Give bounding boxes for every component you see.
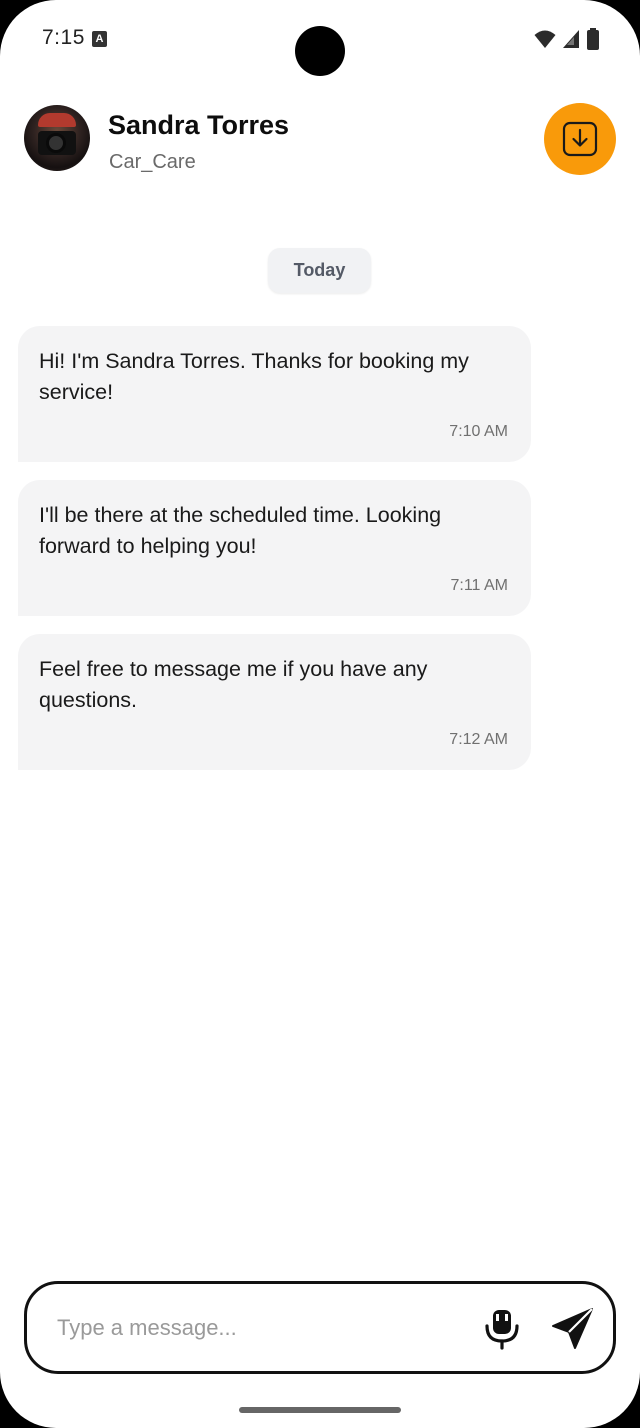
message-input[interactable]: [57, 1308, 457, 1348]
front-camera-cutout: [295, 26, 345, 76]
avatar-hat: [38, 113, 76, 127]
microphone-icon: [485, 1310, 519, 1350]
send-button[interactable]: [549, 1306, 595, 1352]
send-icon: [552, 1308, 593, 1349]
download-button[interactable]: [544, 103, 616, 175]
wifi-icon: [534, 30, 556, 48]
status-bar: 7:15 A: [0, 0, 640, 80]
microphone-button[interactable]: [482, 1308, 522, 1350]
message-bubble[interactable]: I'll be there at the scheduled time. Loo…: [18, 480, 531, 616]
message-text: Hi! I'm Sandra Torres. Thanks for bookin…: [39, 349, 469, 404]
message-time: 7:10 AM: [449, 423, 508, 440]
contact-subtitle: Car_Care: [109, 151, 196, 173]
avatar-lens: [46, 133, 66, 153]
message-text: I'll be there at the scheduled time. Loo…: [39, 503, 442, 558]
status-time: 7:15: [42, 26, 85, 49]
message-composer: [24, 1281, 616, 1374]
date-separator: Today: [268, 248, 371, 293]
a-badge-icon: A: [92, 31, 107, 47]
contact-name: Sandra Torres: [108, 110, 290, 140]
message-bubble[interactable]: Feel free to message me if you have any …: [18, 634, 531, 770]
download-icon: [562, 121, 598, 157]
chat-header: Sandra Torres Car_Care: [0, 100, 640, 190]
home-indicator[interactable]: [239, 1407, 401, 1413]
message-time: 7:12 AM: [449, 731, 508, 748]
chat-screen: 7:15 A Sandra Torres Car_Care Today Hi! …: [0, 0, 640, 1428]
battery-icon: [587, 28, 599, 50]
signal-icon: [563, 30, 579, 48]
avatar[interactable]: [24, 105, 90, 171]
message-text: Feel free to message me if you have any …: [39, 657, 428, 712]
status-icons: [534, 28, 600, 50]
message-time: 7:11 AM: [450, 577, 508, 594]
message-bubble[interactable]: Hi! I'm Sandra Torres. Thanks for bookin…: [18, 326, 531, 462]
